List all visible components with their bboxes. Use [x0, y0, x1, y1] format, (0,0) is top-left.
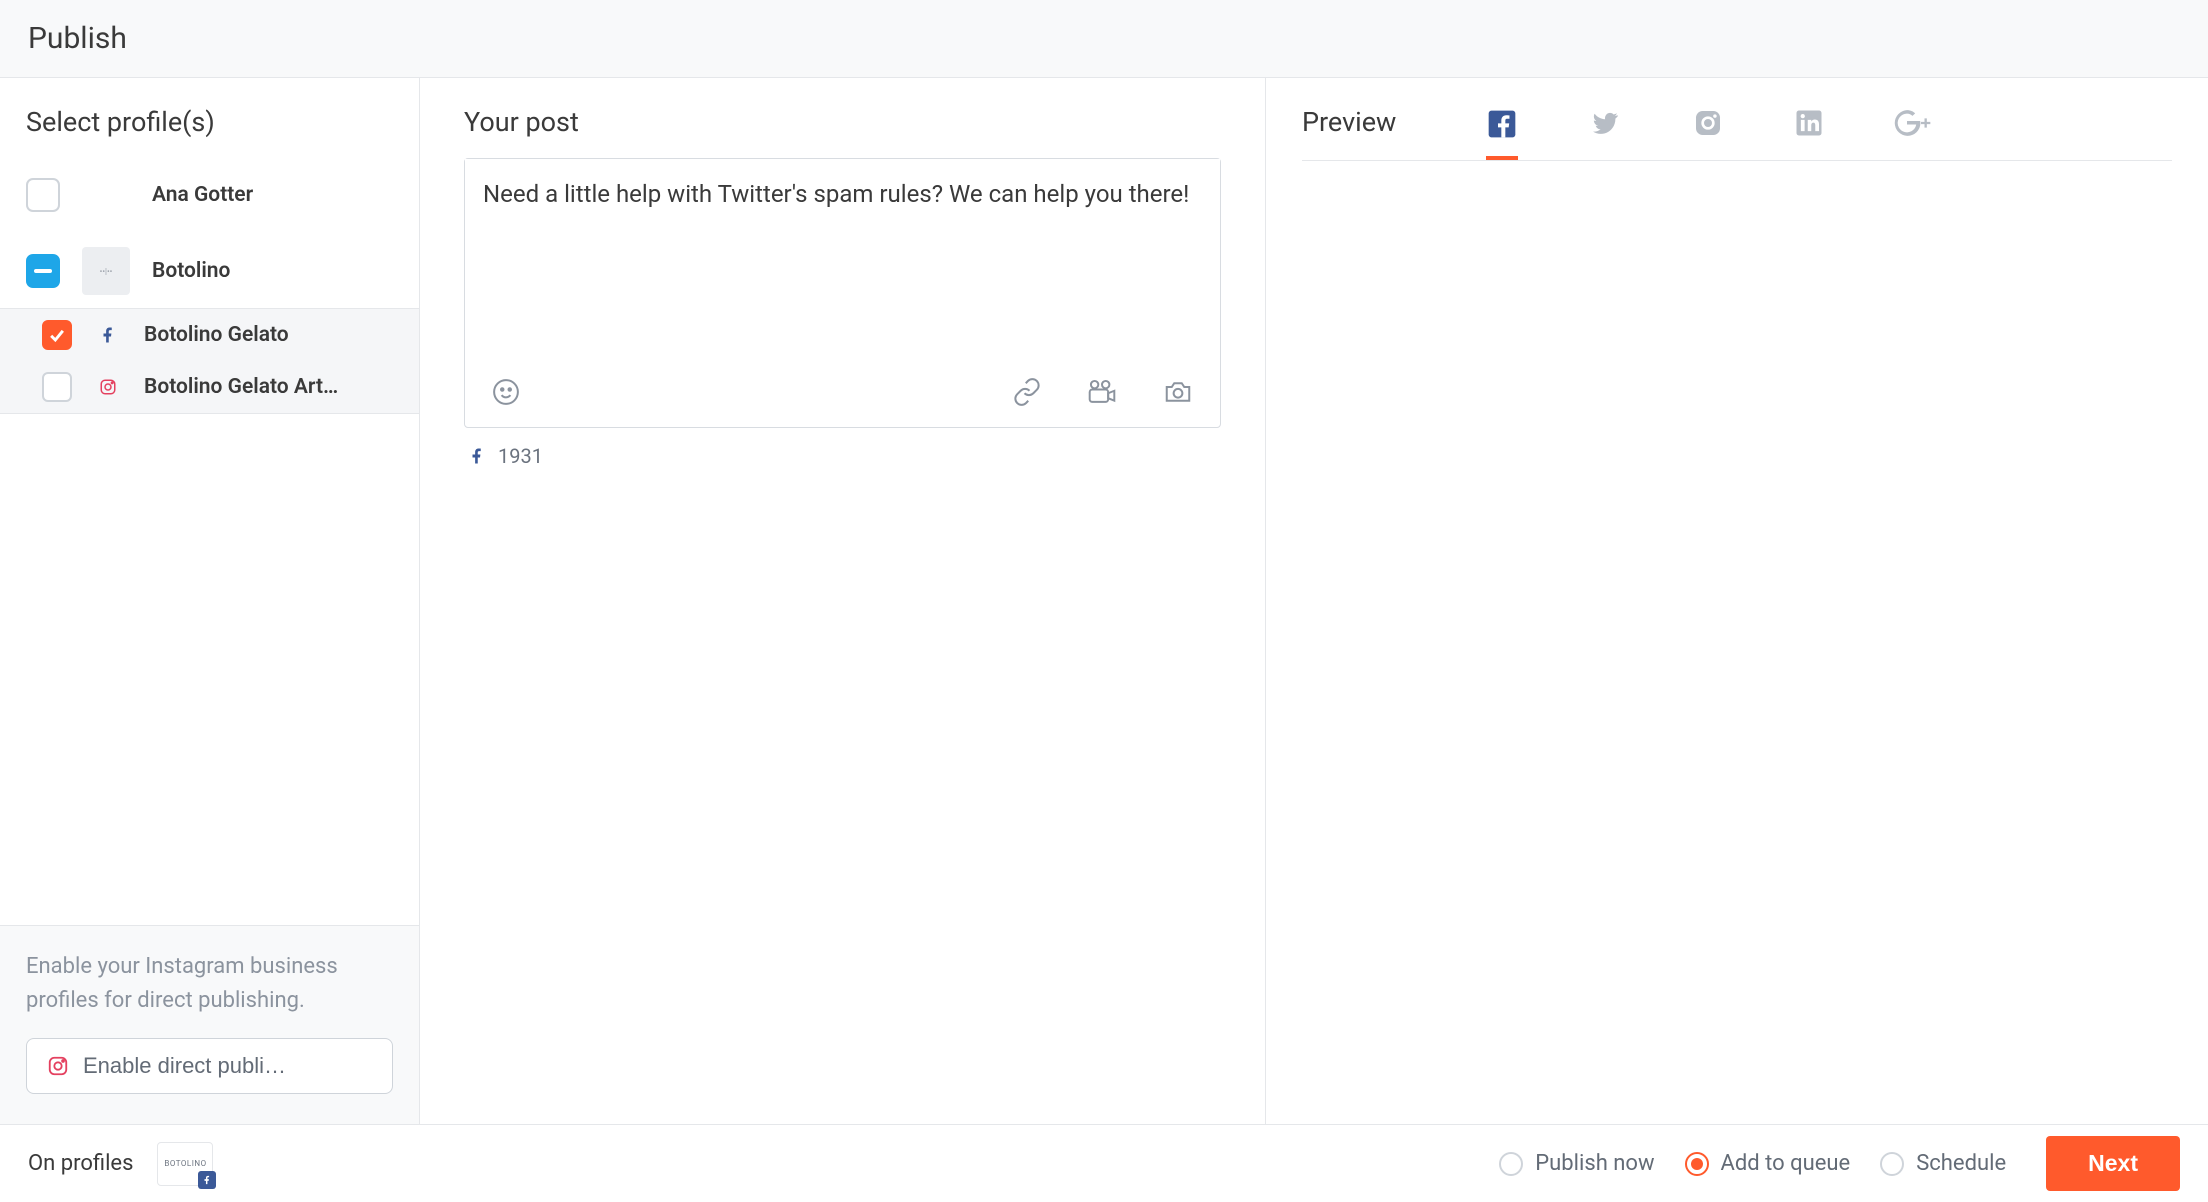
profile-item-botolino[interactable]: ••|•• Botolino — [0, 234, 419, 308]
radio-icon — [1685, 1152, 1709, 1176]
sub-profile-botolino-gelato[interactable]: Botolino Gelato — [0, 309, 419, 361]
profile-item-ana-gotter[interactable]: Ana Gotter — [0, 158, 419, 232]
radio-icon — [1880, 1152, 1904, 1176]
camera-icon — [1162, 377, 1194, 407]
sidebar-bottom: Enable your Instagram business profiles … — [0, 925, 419, 1124]
instagram-hint: Enable your Instagram business profiles … — [26, 950, 356, 1018]
publish-option-queue[interactable]: Add to queue — [1685, 1151, 1851, 1176]
preview-tab-facebook[interactable] — [1486, 108, 1518, 160]
publish-option-now[interactable]: Publish now — [1499, 1151, 1654, 1176]
facebook-icon — [1486, 108, 1518, 140]
twitter-icon — [1588, 108, 1622, 138]
badge-text: BOTOLINO — [164, 1159, 206, 1168]
checkbox-partial[interactable] — [26, 254, 60, 288]
profile-name: Ana Gotter — [152, 183, 253, 207]
link-button[interactable] — [1012, 377, 1042, 407]
radio-label: Schedule — [1916, 1151, 2006, 1176]
video-icon — [1086, 377, 1118, 407]
preview-tab-instagram[interactable] — [1692, 107, 1724, 159]
avatar — [82, 171, 130, 219]
page-title: Publish — [28, 21, 127, 56]
instagram-icon — [1692, 107, 1724, 139]
sub-profile-botolino-gelato-art[interactable]: Botolino Gelato Art… — [0, 361, 419, 413]
composer-box — [464, 158, 1221, 428]
preview-tabs — [1486, 107, 1934, 159]
checkbox[interactable] — [26, 178, 60, 212]
video-button[interactable] — [1086, 377, 1118, 407]
googleplus-icon — [1894, 109, 1934, 137]
sub-profile-list: Botolino Gelato Botolino Gelato Art… — [0, 308, 419, 414]
enable-direct-publishing-label: Enable direct publi… — [83, 1053, 286, 1079]
enable-direct-publishing-button[interactable]: Enable direct publi… — [26, 1038, 393, 1094]
on-profiles-label: On profiles — [28, 1151, 133, 1176]
profile-name: Botolino Gelato Art… — [144, 375, 338, 399]
composer-toolbar — [465, 361, 1220, 427]
preview-header: Preview — [1302, 106, 2172, 161]
composer-heading: Your post — [464, 106, 1221, 138]
emoji-icon — [491, 377, 521, 407]
instagram-icon — [47, 1055, 69, 1077]
facebook-icon — [94, 321, 122, 349]
next-button[interactable]: Next — [2046, 1136, 2180, 1191]
profile-name: Botolino — [152, 259, 230, 283]
layout: Select profile(s) Ana Gotter ••|•• Botol… — [0, 78, 2208, 1124]
facebook-icon — [468, 447, 486, 465]
footer-right: Publish now Add to queue Schedule Next — [1499, 1136, 2180, 1191]
preview-panel: Preview — [1266, 78, 2208, 1124]
main: Your post — [420, 78, 2208, 1124]
preview-title: Preview — [1302, 106, 1396, 160]
sidebar: Select profile(s) Ana Gotter ••|•• Botol… — [0, 78, 420, 1124]
profile-name: Botolino Gelato — [144, 323, 289, 347]
char-count-value: 1931 — [498, 444, 543, 468]
preview-tab-twitter[interactable] — [1588, 108, 1622, 158]
composer: Your post — [420, 78, 1266, 1124]
footer-left: On profiles BOTOLINO — [28, 1142, 213, 1186]
sidebar-heading: Select profile(s) — [0, 78, 419, 158]
radio-icon — [1499, 1152, 1523, 1176]
checkbox-checked[interactable] — [42, 320, 72, 350]
footer: On profiles BOTOLINO Publish now Add to … — [0, 1124, 2208, 1202]
preview-tab-linkedin[interactable] — [1794, 108, 1824, 158]
emoji-button[interactable] — [491, 377, 521, 407]
post-textarea[interactable] — [465, 159, 1220, 357]
selected-profile-badge[interactable]: BOTOLINO — [157, 1142, 213, 1186]
header: Publish — [0, 0, 2208, 78]
facebook-icon — [198, 1171, 216, 1189]
radio-label: Add to queue — [1721, 1151, 1851, 1176]
radio-label: Publish now — [1535, 1151, 1654, 1176]
checkbox[interactable] — [42, 372, 72, 402]
avatar: ••|•• — [82, 247, 130, 295]
instagram-icon — [94, 373, 122, 401]
profile-list: Ana Gotter ••|•• Botolino Botolino Gelat… — [0, 158, 419, 414]
preview-tab-googleplus[interactable] — [1894, 109, 1934, 157]
publish-option-schedule[interactable]: Schedule — [1880, 1151, 2006, 1176]
char-counter: 1931 — [464, 428, 1221, 484]
linkedin-icon — [1794, 108, 1824, 138]
link-icon — [1012, 377, 1042, 407]
photo-button[interactable] — [1162, 377, 1194, 407]
